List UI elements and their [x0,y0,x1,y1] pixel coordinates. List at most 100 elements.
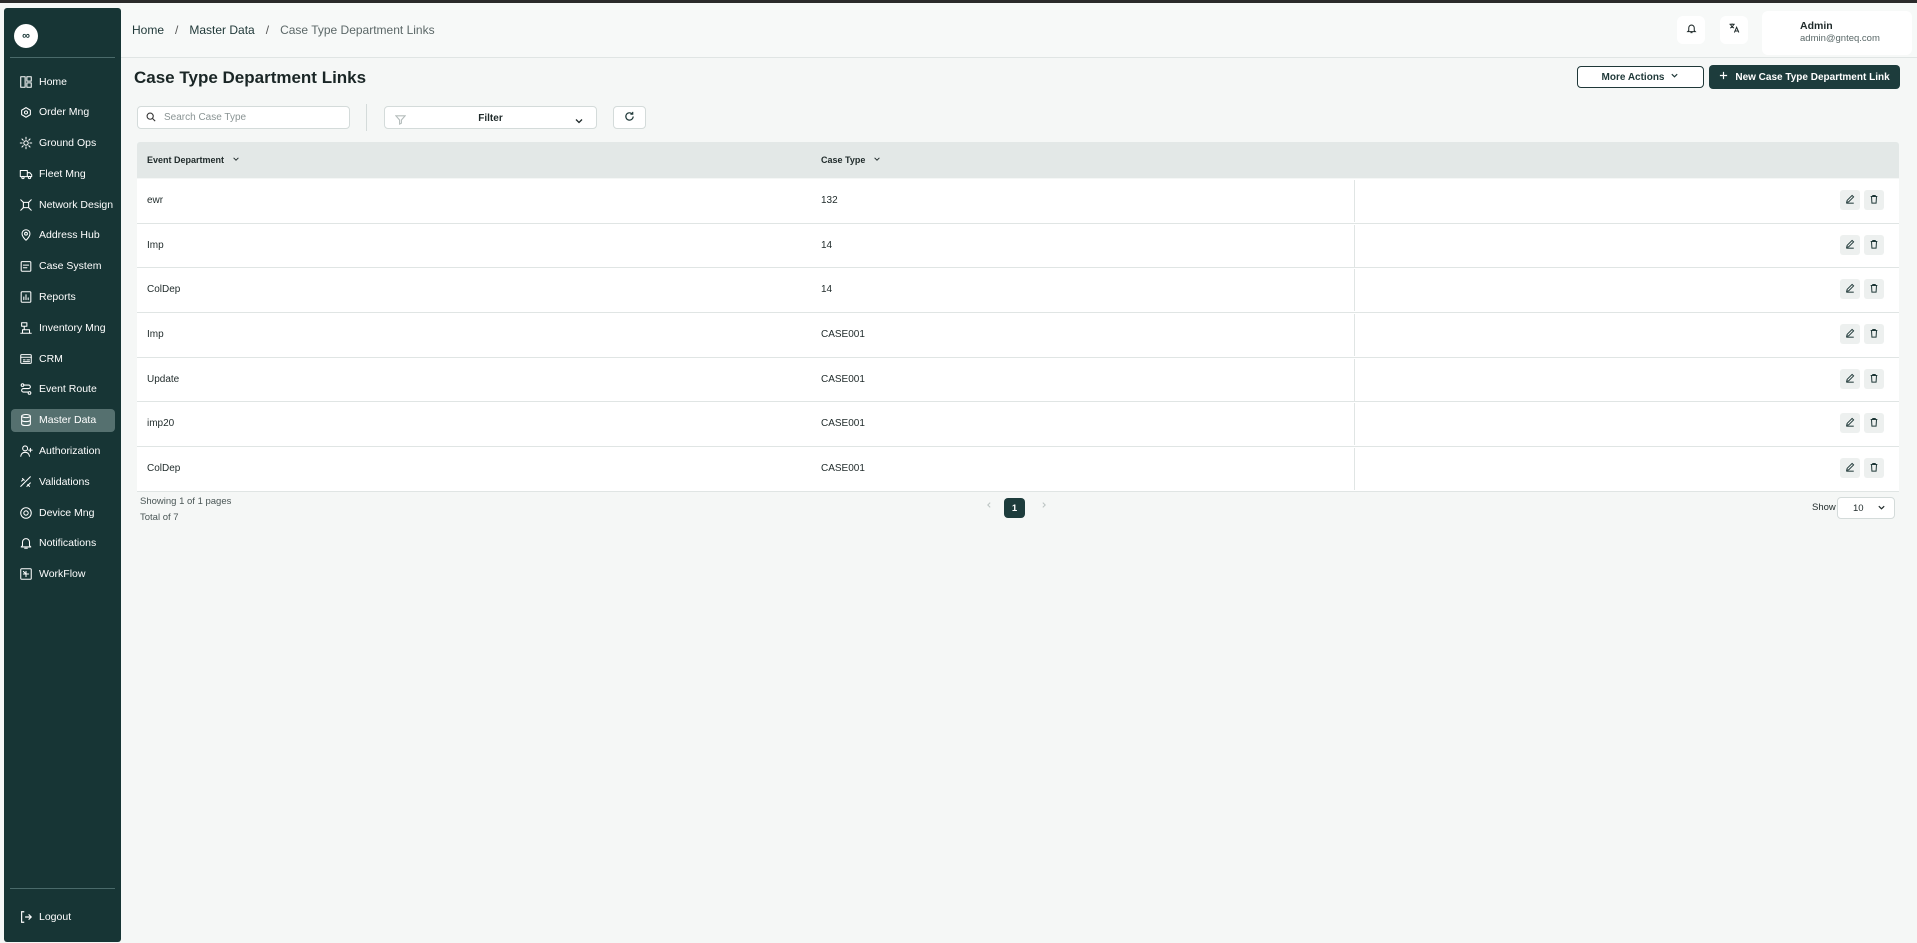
device-icon [19,506,33,520]
delete-button[interactable] [1864,458,1884,479]
app-logo[interactable]: ∞ [14,24,38,48]
table-row: ewr 132 [137,179,1899,224]
edit-button[interactable] [1840,234,1860,255]
sidebar-item-inventory-mng[interactable]: Inventory Mng [11,316,115,339]
sidebar-item-ground-ops[interactable]: Ground Ops [11,132,115,155]
user-email: admin@gnteq.com [1800,33,1880,44]
user-name: Admin [1800,20,1833,32]
delete-button[interactable] [1864,279,1884,300]
column-header-label: Case Type [821,155,866,165]
sidebar-nav: Home Order Mng Ground Ops Fleet Mng Network … [11,70,115,594]
chevron-down-icon [1877,503,1886,515]
page-size-select[interactable]: 10 [1837,497,1895,519]
chevron-left-icon [985,501,993,512]
validation-icon [19,475,33,489]
logout-button[interactable]: Logout [19,910,71,924]
sidebar-item-home[interactable]: Home [11,70,115,93]
sort-icon [232,155,240,165]
next-page-button[interactable] [1040,501,1048,512]
pagination-total: Total of 7 [140,512,179,523]
ground-ops-icon [19,136,33,150]
delete-button[interactable] [1864,413,1884,434]
sidebar-item-reports[interactable]: Reports [11,286,115,309]
trash-icon [1869,236,1879,254]
trash-icon [1869,370,1879,388]
edit-button[interactable] [1840,368,1860,389]
user-icon [19,444,33,458]
search-box [137,106,350,129]
sidebar-item-label: Validations [39,475,90,488]
sidebar-item-validations[interactable]: Validations [11,470,115,493]
sidebar-item-event-route[interactable]: Event Route [11,378,115,401]
breadcrumb-separator: / [265,23,270,37]
table-header: Event Department Case Type [137,142,1899,178]
network-icon [19,198,33,212]
sidebar-item-case-system[interactable]: Case System [11,255,115,278]
search-icon [146,109,156,127]
cell-case-type: 14 [821,239,833,251]
toolbar-divider [366,104,367,131]
sidebar-item-crm[interactable]: CRM [11,347,115,370]
notifications-button[interactable] [1677,16,1705,44]
previous-page-button[interactable] [985,501,993,512]
delete-button[interactable] [1864,368,1884,389]
delete-button[interactable] [1864,190,1884,210]
delete-button[interactable] [1864,324,1884,345]
inventory-icon [19,321,33,335]
cell-event-department: imp20 [147,418,175,430]
sidebar-item-label: Event Route [39,383,97,396]
column-divider [1354,224,1355,267]
column-header-event-department[interactable]: Event Department [147,155,240,165]
column-divider [1354,448,1355,491]
breadcrumb-home[interactable]: Home [132,23,164,37]
edit-button[interactable] [1840,190,1860,210]
page-button-current[interactable]: 1 [1004,498,1025,518]
sidebar-item-label: Home [39,75,68,88]
sidebar-item-workflow[interactable]: WorkFlow [11,563,115,586]
sidebar-divider [10,57,115,58]
breadcrumb: Home / Master Data / Case Type Departmen… [132,23,435,37]
sidebar-item-network-design[interactable]: Network Design [11,193,115,216]
user-menu[interactable]: Admin admin@gnteq.com [1762,11,1912,55]
column-header-label: Event Department [147,155,225,165]
chevron-down-icon [1670,71,1679,83]
sidebar-item-label: Authorization [39,445,101,458]
sidebar-item-label: Reports [39,291,76,304]
pencil-icon [1845,414,1855,432]
column-header-case-type[interactable]: Case Type [821,155,881,165]
table-row: imp20 CASE001 [137,402,1899,448]
cell-event-department: Imp [147,239,164,251]
cell-event-department: Update [147,373,180,385]
edit-button[interactable] [1840,413,1860,434]
column-divider [1354,403,1355,446]
sidebar-item-device-mng[interactable]: Device Mng [11,501,115,524]
sidebar-item-fleet-mng[interactable]: Fleet Mng [11,162,115,185]
sidebar-item-label: Case System [39,260,102,273]
new-link-label: New Case Type Department Link [1735,71,1890,83]
more-actions-button[interactable]: More Actions [1577,66,1704,88]
sidebar-item-notifications[interactable]: Notifications [11,532,115,555]
more-actions-label: More Actions [1601,71,1665,83]
filter-dropdown[interactable]: Filter [384,106,597,129]
search-input[interactable] [164,112,334,123]
sidebar-item-address-hub[interactable]: Address Hub [11,224,115,247]
edit-button[interactable] [1840,279,1860,300]
sidebar-item-order-mng[interactable]: Order Mng [11,101,115,124]
new-link-button[interactable]: New Case Type Department Link [1709,65,1900,89]
table-body: ewr 132 Imp 14 ColDep 14 Imp CASE001 Update CASE0… [137,179,1899,492]
sidebar-item-authorization[interactable]: Authorization [11,440,115,463]
breadcrumb-separator: / [175,23,179,37]
language-button[interactable] [1720,16,1748,44]
sidebar-item-label: Inventory Mng [39,321,106,334]
refresh-button[interactable] [613,106,646,129]
sidebar-item-master-data[interactable]: Master Data [11,408,115,432]
delete-button[interactable] [1864,234,1884,255]
edit-button[interactable] [1840,324,1860,345]
cell-case-type: CASE001 [821,329,865,341]
edit-button[interactable] [1840,458,1860,479]
breadcrumb-master-data[interactable]: Master Data [189,23,254,37]
pencil-icon [1845,370,1855,388]
trash-icon [1869,459,1879,477]
sidebar-item-label: Fleet Mng [39,167,86,180]
sidebar-divider [10,888,115,889]
